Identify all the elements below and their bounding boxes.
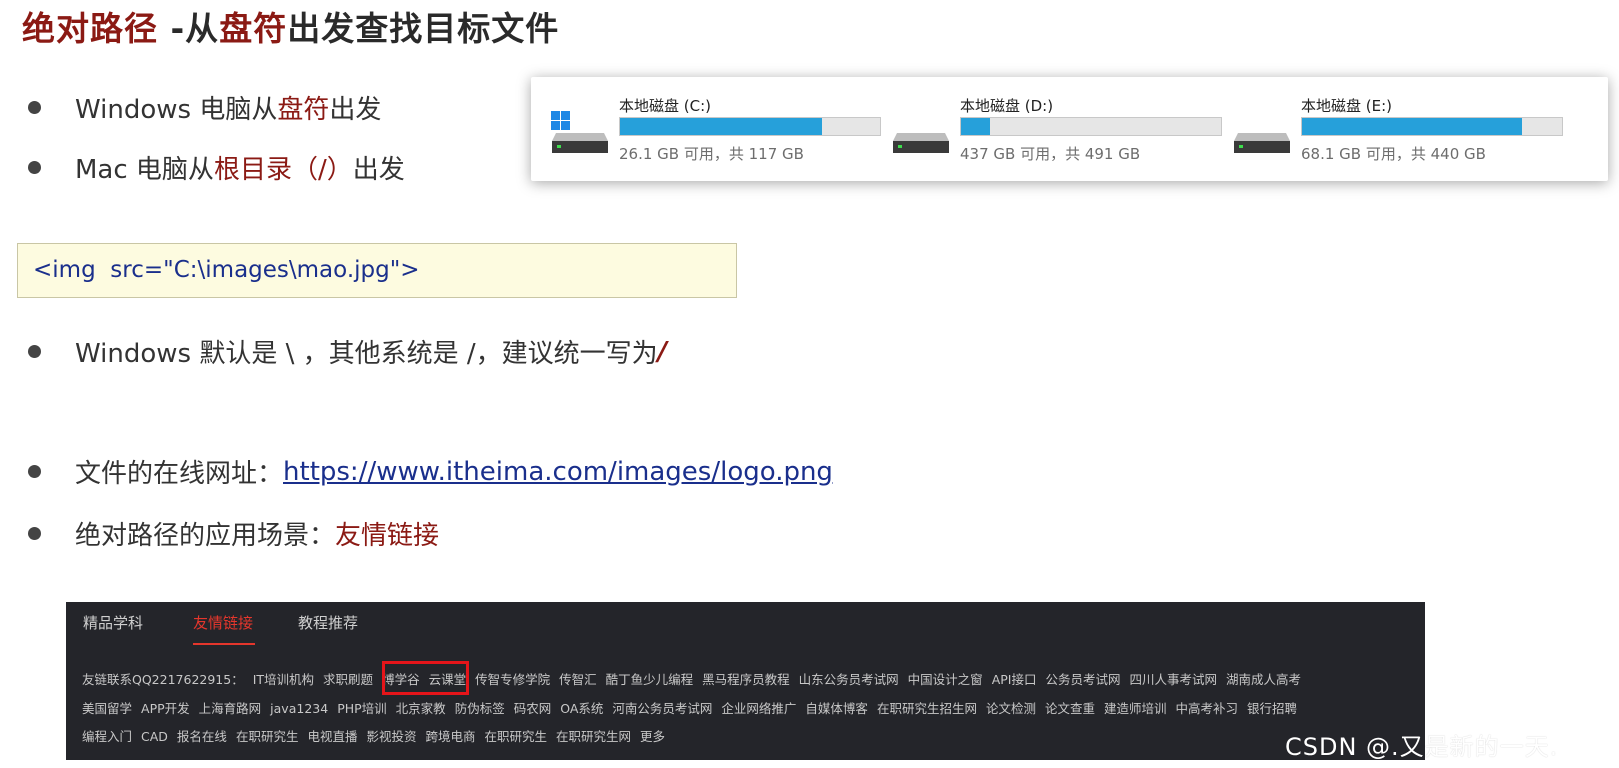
code-example-box: <img src="C:\images\mao.jpg">	[17, 243, 737, 298]
friend-link[interactable]: 更多	[640, 729, 665, 744]
friend-link[interactable]: 电视直播	[307, 729, 357, 744]
bullet-dot	[28, 465, 41, 478]
friend-link[interactable]: java1234	[270, 701, 328, 716]
friend-link[interactable]: 自媒体博客	[805, 701, 868, 716]
disk-d[interactable]: 本地磁盘 (D:) 437 GB 可用，共 491 GB	[891, 95, 1231, 167]
tab-tutorials[interactable]: 教程推荐	[298, 612, 358, 633]
friend-link[interactable]: 论文查重	[1045, 701, 1095, 716]
bullet-highlight-slash: /	[657, 336, 668, 367]
hard-drive-icon	[1234, 133, 1290, 153]
disk-usage-bar	[1301, 117, 1563, 136]
disk-usage-fill	[1302, 118, 1522, 135]
friend-link[interactable]: 编程入门	[82, 729, 132, 744]
active-tab-underline	[193, 643, 255, 645]
disk-e[interactable]: 本地磁盘 (E:) 68.1 GB 可用，共 440 GB	[1232, 95, 1572, 167]
windows-drive-icon	[551, 111, 608, 153]
friend-link[interactable]: CAD	[141, 729, 168, 744]
friend-link[interactable]: 码农网	[514, 701, 552, 716]
bullet-windows-drive: Windows 电脑从 盘符 出发	[28, 89, 381, 126]
friend-link[interactable]: PHP培训	[337, 701, 386, 716]
title-part-absolute-path: 绝对路径	[22, 9, 158, 48]
hard-drive-icon	[893, 133, 949, 153]
bullet-highlight: 友情链接	[335, 521, 440, 551]
friend-link[interactable]: 论文检测	[986, 701, 1036, 716]
friend-link[interactable]: 公务员考试网	[1045, 672, 1120, 687]
friend-link[interactable]: 酷丁鱼少儿编程	[606, 672, 694, 687]
highlight-box	[382, 661, 469, 695]
friend-link[interactable]: 中国设计之窗	[908, 672, 983, 687]
bullet-mac-root: Mac 电脑从 根目录（/） 出发	[28, 149, 405, 186]
friend-link[interactable]: 求职刷题	[323, 672, 373, 687]
bullet-text: Windows 电脑从	[75, 95, 278, 125]
friend-link[interactable]: 黑马程序员教程	[702, 672, 790, 687]
bullet-text: 文件的在线网址：	[75, 459, 284, 489]
logo-url-link[interactable]: https://www.itheima.com/images/logo.png	[283, 457, 833, 487]
friend-link[interactable]: 防伪标签	[455, 701, 505, 716]
friend-link[interactable]: API接口	[992, 672, 1037, 687]
friend-link[interactable]: 影视投资	[366, 729, 416, 744]
friend-link[interactable]: 中高考补习	[1176, 701, 1239, 716]
bullet-highlight: 根目录（/）	[213, 155, 353, 185]
disk-info: 437 GB 可用，共 491 GB	[960, 145, 1141, 163]
disk-usage-bar	[619, 117, 881, 136]
links-row-3: 编程入门 CAD 报名在线 在职研究生 电视直播 影视投资 跨境电商 在职研究生 在职研究生网更…	[82, 726, 674, 745]
tab-featured-subjects[interactable]: 精品学科	[83, 612, 143, 633]
bullet-dot	[28, 101, 41, 114]
disk-c[interactable]: 本地磁盘 (C:) 26.1 GB 可用，共 117 GB	[550, 95, 890, 167]
bullet-separator-note: Windows 默认是 \ ，其他系统是 /，建议统一写为 /	[28, 333, 667, 370]
friend-link[interactable]: 在职研究生网	[556, 729, 631, 744]
title-part-from: -从	[158, 9, 220, 48]
links-row-2: 美国留学 APP开发 上海育路网 java1234 PHP培训 北京家教 防伪标签 码农网 OA…	[82, 698, 1306, 717]
friend-link[interactable]: 银行招聘	[1247, 701, 1297, 716]
disk-name: 本地磁盘 (E:)	[1301, 97, 1393, 115]
friend-link[interactable]: OA系统	[560, 701, 603, 716]
page-title: 绝对路径 -从盘符出发查找目标文件	[22, 2, 559, 50]
bullet-text: 绝对路径的应用场景：	[75, 521, 336, 551]
friend-link[interactable]: 建造师培训	[1104, 701, 1167, 716]
disk-usage-fill	[961, 118, 990, 135]
bullet-online-url: 文件的在线网址： https://www.itheima.com/images/l…	[28, 453, 833, 490]
bullet-dot	[28, 345, 41, 358]
bullet-text: 出发	[329, 95, 382, 125]
disk-info: 26.1 GB 可用，共 117 GB	[619, 145, 804, 163]
friend-link[interactable]: 河南公务员考试网	[612, 701, 712, 716]
tab-friend-links[interactable]: 友情链接	[193, 612, 253, 633]
friend-link[interactable]: 报名在线	[177, 729, 227, 744]
disk-usage-bar	[960, 117, 1222, 136]
friend-link[interactable]: 在职研究生	[485, 729, 548, 744]
disk-usage-fill	[620, 118, 823, 135]
friend-link[interactable]: 传智专修学院	[475, 672, 550, 687]
friend-link[interactable]: 传智汇	[559, 672, 597, 687]
links-row-1: 友链联系QQ2217622915： IT培训机构 求职刷题 博学谷 云课堂 传智专修学院传…	[82, 669, 1310, 688]
friend-link[interactable]: APP开发	[141, 701, 190, 716]
bullet-text: Mac 电脑从	[75, 155, 214, 185]
friend-link[interactable]: 四川人事考试网	[1129, 672, 1217, 687]
disk-name: 本地磁盘 (C:)	[619, 97, 711, 115]
friend-link[interactable]: 美国留学	[82, 701, 132, 716]
friend-link[interactable]: 跨境电商	[425, 729, 475, 744]
disk-name: 本地磁盘 (D:)	[960, 97, 1054, 115]
friend-link[interactable]: 北京家教	[396, 701, 446, 716]
disk-info: 68.1 GB 可用，共 440 GB	[1301, 145, 1486, 163]
title-part-drive: 盘符	[219, 9, 288, 48]
friend-link[interactable]: 山东公务员考试网	[799, 672, 899, 687]
bullet-text: Windows 默认是 \ ，其他系统是 /，建议统一写为	[75, 339, 658, 369]
friend-link[interactable]: IT培训机构	[253, 672, 314, 687]
friend-link[interactable]: 上海育路网	[199, 701, 262, 716]
friend-links-panel: 精品学科 友情链接 教程推荐 友链联系QQ2217622915： IT培训机构 求职…	[66, 602, 1425, 760]
bullet-dot	[28, 161, 41, 174]
csdn-watermark: CSDN @.又是新的一天.	[1285, 733, 1559, 761]
bullet-use-case: 绝对路径的应用场景： 友情链接	[28, 515, 439, 552]
friend-link[interactable]: 湖南成人高考	[1226, 672, 1301, 687]
bullet-text: 出发	[352, 155, 405, 185]
footer-tabs: 精品学科 友情链接 教程推荐	[66, 602, 1425, 646]
title-part-rest: 出发查找目标文件	[287, 9, 560, 48]
disk-panel: 本地磁盘 (C:) 26.1 GB 可用，共 117 GB 本地磁盘 (D:) …	[531, 77, 1608, 181]
friend-link[interactable]: 企业网络推广	[721, 701, 796, 716]
bullet-dot	[28, 527, 41, 540]
friend-link-contact: 友链联系QQ2217622915：	[82, 672, 244, 687]
bullet-highlight: 盘符	[277, 95, 330, 125]
friend-link[interactable]: 在职研究生	[236, 729, 299, 744]
friend-link[interactable]: 在职研究生招生网	[877, 701, 977, 716]
